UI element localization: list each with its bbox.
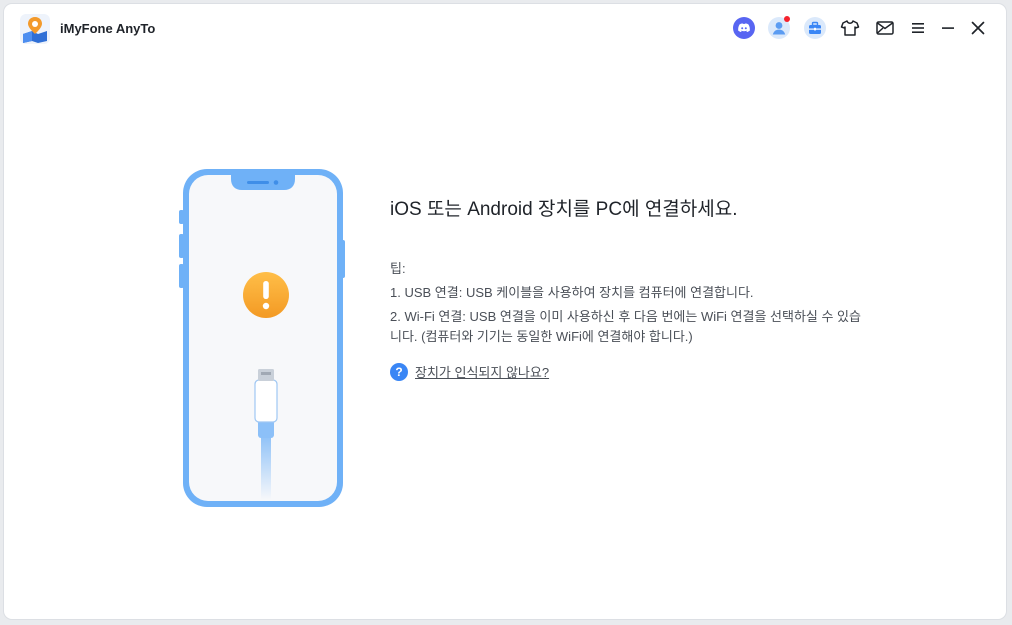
notification-badge <box>784 16 790 22</box>
app-title: iMyFone AnyTo <box>60 21 156 36</box>
account-button[interactable] <box>767 16 791 40</box>
tip-wifi: 2. Wi-Fi 연결: USB 연결을 이미 사용하신 후 다음 번에는 Wi… <box>390 309 861 344</box>
help-link-text: 장치가 인식되지 않나요? <box>415 365 550 380</box>
map-pin-logo-icon <box>20 14 50 44</box>
discord-icon <box>733 17 755 39</box>
skin-shirt-icon <box>840 20 860 36</box>
app-window: iMyFone AnyTo iOS 또는 Android 장치를 PC에 연결하… <box>4 4 1006 619</box>
tip-usb: 1. USB 연결: USB 케이블을 사용하여 장치를 컴퓨터에 연결합니다. <box>390 285 754 300</box>
minimize-button[interactable] <box>936 16 960 40</box>
toolbox-icon <box>804 17 826 39</box>
instruction-panel: iOS 또는 Android 장치를 PC에 연결하세요. 팁: 1. USB … <box>390 194 870 351</box>
device-not-recognized-link[interactable]: ? 장치가 인식되지 않나요? <box>390 362 549 381</box>
feedback-button[interactable] <box>873 16 897 40</box>
feedback-mail-icon <box>876 21 894 35</box>
page-title: iOS 또는 Android 장치를 PC에 연결하세요. <box>390 199 738 220</box>
minimize-icon <box>942 27 954 29</box>
close-icon <box>971 21 985 35</box>
skin-button[interactable] <box>838 16 862 40</box>
toolbox-button[interactable] <box>803 16 827 40</box>
title-bar: iMyFone AnyTo <box>4 4 1006 52</box>
question-icon: ? <box>390 362 408 381</box>
tips-title: 팁: <box>390 261 406 276</box>
menu-icon <box>912 23 924 33</box>
menu-button[interactable] <box>906 16 930 40</box>
discord-button[interactable] <box>732 16 756 40</box>
close-button[interactable] <box>966 16 990 40</box>
phone-illustration <box>179 169 345 507</box>
